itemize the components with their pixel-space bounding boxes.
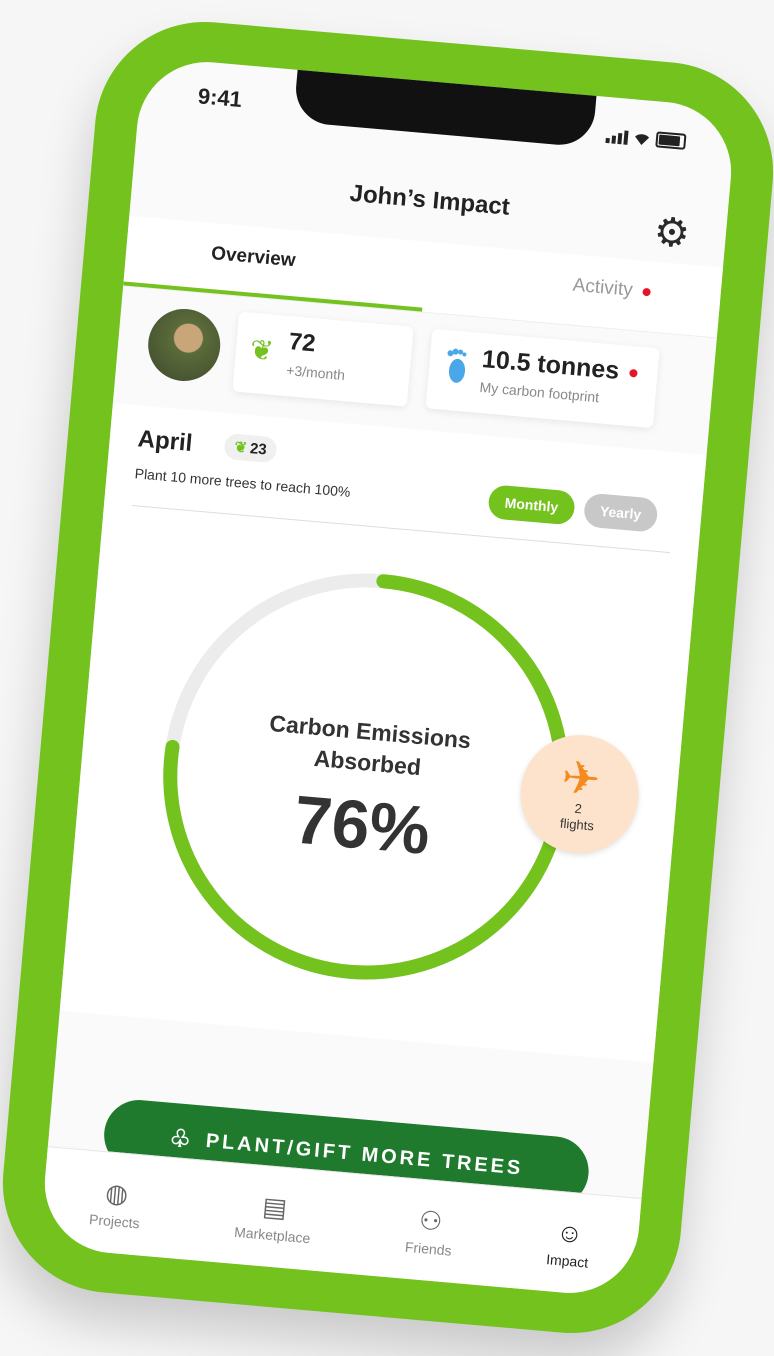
sprout-icon: ❦	[233, 438, 248, 457]
goal-text: Plant 10 more trees to reach 100%	[134, 465, 352, 500]
nav-impact[interactable]: ☺ Impact	[546, 1216, 592, 1270]
nav-impact-label: Impact	[545, 1250, 589, 1271]
signal-icon	[605, 129, 629, 145]
footprint-card[interactable]: 10.5 tonnes My carbon footprint	[425, 328, 660, 429]
tree-icon: ♧	[168, 1124, 196, 1154]
nav-friends[interactable]: ⚇ Friends	[404, 1203, 455, 1258]
yearly-button[interactable]: Yearly	[582, 492, 659, 533]
trees-rate: +3/month	[285, 362, 346, 384]
month-trees-badge: ❦ 23	[223, 432, 278, 464]
battery-icon	[655, 131, 687, 150]
footprint-icon	[447, 348, 467, 383]
smiley-icon: ☺	[555, 1216, 585, 1249]
tab-activity[interactable]: Activity	[572, 275, 652, 304]
status-time: 9:41	[196, 83, 243, 113]
monthly-button[interactable]: Monthly	[487, 484, 576, 526]
tab-overview[interactable]: Overview	[210, 243, 296, 272]
month-label: April	[136, 425, 194, 458]
impact-section: April ❦ 23 Plant 10 more trees to reach 1…	[59, 402, 707, 1063]
store-icon: ▤	[261, 1190, 289, 1223]
trees-card[interactable]: ❦ 72 +3/month	[232, 311, 414, 407]
tab-overview-label: Overview	[210, 243, 297, 272]
nav-marketplace-label: Marketplace	[233, 1223, 312, 1246]
notification-dot	[642, 287, 651, 297]
friends-icon: ⚇	[417, 1204, 444, 1237]
footprint-value-text: 10.5 tonnes	[480, 345, 621, 385]
month-trees-count: 23	[249, 440, 268, 459]
trees-count: 72	[287, 328, 317, 358]
status-icons	[605, 127, 687, 150]
nav-friends-label: Friends	[404, 1238, 453, 1259]
tab-activity-label: Activity	[571, 274, 634, 301]
notification-dot	[628, 369, 638, 378]
nav-projects[interactable]: ◍ Projects	[89, 1176, 144, 1231]
nav-marketplace[interactable]: ▤ Marketplace	[233, 1188, 314, 1246]
phone-frame: 9:41 John’s Impact ⚙ Overview Activity ❦…	[0, 12, 774, 1343]
period-toggle: Monthly Yearly	[487, 484, 659, 533]
footprint-label: My carbon footprint	[478, 378, 600, 406]
flights-label: flights	[559, 815, 595, 834]
sprout-icon: ❦	[248, 333, 275, 367]
gear-icon[interactable]: ⚙	[652, 210, 692, 257]
app-screen: 9:41 John’s Impact ⚙ Overview Activity ❦…	[39, 56, 737, 1299]
emissions-gauge: Carbon Emissions Absorbed 76% ✈ 2 flights	[139, 549, 644, 1004]
notch	[293, 65, 597, 148]
nav-projects-label: Projects	[88, 1210, 141, 1231]
avatar[interactable]	[145, 305, 224, 384]
gauge-title-line2: Absorbed	[312, 744, 423, 781]
wifi-icon	[635, 134, 650, 146]
globe-icon: ◍	[104, 1176, 130, 1209]
flights-count: 2	[574, 800, 583, 817]
